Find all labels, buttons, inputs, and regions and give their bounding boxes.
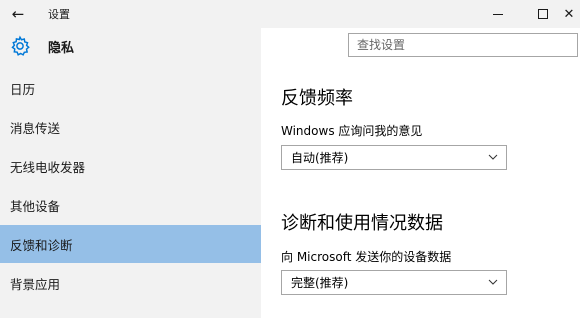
chevron-down-icon (488, 154, 498, 160)
back-arrow-icon[interactable]: ← (0, 0, 36, 28)
dropdown-value: 自动(推荐) (291, 151, 349, 165)
close-button[interactable]: ✕ (558, 0, 580, 28)
settings-window: ← 设置 ✕ 隐私 日历 消息传送 无线电收发器 其他设备 反馈和诊断 背景应用… (0, 0, 580, 318)
window-title: 设置 (48, 8, 70, 21)
sidebar-item-feedback-diagnostics[interactable]: 反馈和诊断 (0, 225, 261, 263)
chevron-down-icon (488, 279, 498, 285)
back-glyph: ← (11, 5, 25, 23)
close-icon: ✕ (563, 6, 575, 22)
title-bar: ← 设置 ✕ (0, 0, 580, 28)
sidebar-item-label: 背景应用 (10, 276, 61, 292)
feedback-frequency-label: Windows 应询问我的意见 (281, 124, 423, 138)
section-title: 隐私 (48, 41, 75, 56)
sidebar-item-label: 其他设备 (10, 198, 61, 214)
gear-icon (11, 35, 30, 56)
sidebar-item-messaging[interactable]: 消息传送 (0, 108, 261, 146)
sidebar: 隐私 日历 消息传送 无线电收发器 其他设备 反馈和诊断 背景应用 (0, 28, 261, 318)
minimize-icon (493, 13, 503, 15)
minimize-button[interactable] (475, 0, 521, 28)
maximize-icon (538, 9, 548, 19)
section-header: 隐私 (0, 28, 261, 64)
search-input[interactable] (357, 38, 557, 52)
sidebar-item-radios[interactable]: 无线电收发器 (0, 147, 261, 185)
diagnostics-heading: 诊断和使用情况数据 (281, 213, 443, 234)
diagnostics-label: 向 Microsoft 发送你的设备数据 (281, 250, 452, 264)
feedback-frequency-heading: 反馈频率 (281, 88, 353, 109)
sidebar-item-background-apps[interactable]: 背景应用 (0, 264, 261, 302)
search-box[interactable] (348, 33, 578, 57)
sidebar-item-calendar[interactable]: 日历 (0, 69, 261, 107)
sidebar-item-label: 消息传送 (10, 120, 61, 136)
sidebar-item-label: 反馈和诊断 (10, 237, 73, 253)
feedback-frequency-dropdown[interactable]: 自动(推荐) (281, 145, 507, 170)
diagnostics-dropdown[interactable]: 完整(推荐) (281, 270, 507, 295)
sidebar-item-label: 日历 (10, 81, 36, 97)
sidebar-item-label: 无线电收发器 (10, 159, 86, 175)
dropdown-value: 完整(推荐) (291, 276, 349, 290)
sidebar-item-other-devices[interactable]: 其他设备 (0, 186, 261, 224)
